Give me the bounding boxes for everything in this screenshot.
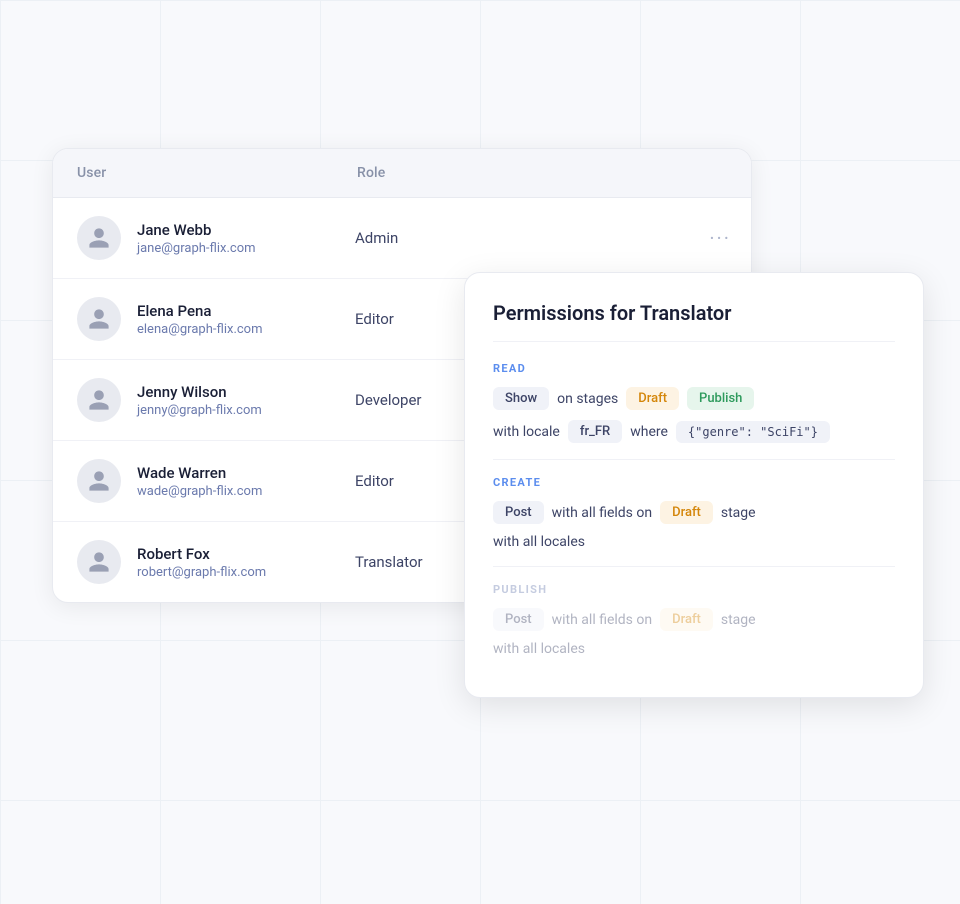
badge-post-publish: Post: [493, 608, 544, 631]
avatar: [77, 378, 121, 422]
user-info: Elena Pena elena@graph-flix.com: [137, 302, 355, 337]
user-info: Robert Fox robert@graph-flix.com: [137, 545, 355, 580]
badge-draft-publish: Draft: [660, 608, 713, 631]
create-rule-row-2: with all locales: [493, 534, 895, 550]
user-name: Jenny Wilson: [137, 383, 355, 401]
avatar: [77, 459, 121, 503]
user-name: Wade Warren: [137, 464, 355, 482]
avatar: [77, 216, 121, 260]
read-rule-row-1: Show on stages Draft Publish: [493, 387, 895, 410]
user-email: robert@graph-flix.com: [137, 565, 355, 580]
table-row[interactable]: Jane Webb jane@graph-flix.com Admin ···: [53, 198, 751, 279]
create-rule-row-1: Post with all fields on Draft stage: [493, 501, 895, 524]
user-role: Admin: [355, 229, 727, 247]
badge-draft: Draft: [626, 387, 679, 410]
publish-rule-row-1: Post with all fields on Draft stage: [493, 608, 895, 631]
badge-draft-create: Draft: [660, 501, 713, 524]
section-divider-2: [493, 566, 895, 567]
table-header: User Role: [53, 149, 751, 198]
perm-text-with-locale: with locale: [493, 424, 560, 440]
perm-text-with-all-fields-2: with all fields on: [552, 612, 652, 628]
badge-post: Post: [493, 501, 544, 524]
permissions-title: Permissions for Translator: [493, 301, 895, 342]
badge-filter: {"genre": "SciFi"}: [676, 421, 830, 443]
publish-section-label: PUBLISH: [493, 583, 895, 596]
permissions-card: Permissions for Translator READ Show on …: [464, 272, 924, 698]
permissions-read-section: READ Show on stages Draft Publish with l…: [493, 362, 895, 443]
publish-rule-row-2: with all locales: [493, 641, 895, 657]
user-name: Jane Webb: [137, 221, 355, 239]
permissions-publish-section: PUBLISH Post with all fields on Draft st…: [493, 583, 895, 657]
user-email: jenny@graph-flix.com: [137, 403, 355, 418]
row-actions-button[interactable]: ···: [709, 226, 731, 250]
avatar: [77, 540, 121, 584]
read-section-label: READ: [493, 362, 895, 375]
user-info: Jane Webb jane@graph-flix.com: [137, 221, 355, 256]
perm-text-all-locales: with all locales: [493, 534, 585, 550]
user-email: jane@graph-flix.com: [137, 241, 355, 256]
perm-text-with-all-fields: with all fields on: [552, 505, 652, 521]
perm-text-where: where: [630, 424, 668, 440]
badge-show: Show: [493, 387, 549, 410]
perm-text-stage-2: stage: [721, 612, 756, 628]
badge-locale: fr_FR: [568, 420, 622, 443]
badge-publish: Publish: [687, 387, 754, 410]
user-email: wade@graph-flix.com: [137, 484, 355, 499]
column-user-header: User: [77, 165, 357, 181]
permissions-create-section: CREATE Post with all fields on Draft sta…: [493, 476, 895, 550]
user-email: elena@graph-flix.com: [137, 322, 355, 337]
user-info: Wade Warren wade@graph-flix.com: [137, 464, 355, 499]
perm-text-on-stages: on stages: [557, 391, 618, 407]
perm-text-all-locales-2: with all locales: [493, 641, 585, 657]
read-rule-row-2: with locale fr_FR where {"genre": "SciFi…: [493, 420, 895, 443]
user-name: Robert Fox: [137, 545, 355, 563]
user-info: Jenny Wilson jenny@graph-flix.com: [137, 383, 355, 418]
column-role-header: Role: [357, 165, 727, 181]
section-divider: [493, 459, 895, 460]
avatar: [77, 297, 121, 341]
create-section-label: CREATE: [493, 476, 895, 489]
perm-text-stage: stage: [721, 505, 756, 521]
user-name: Elena Pena: [137, 302, 355, 320]
